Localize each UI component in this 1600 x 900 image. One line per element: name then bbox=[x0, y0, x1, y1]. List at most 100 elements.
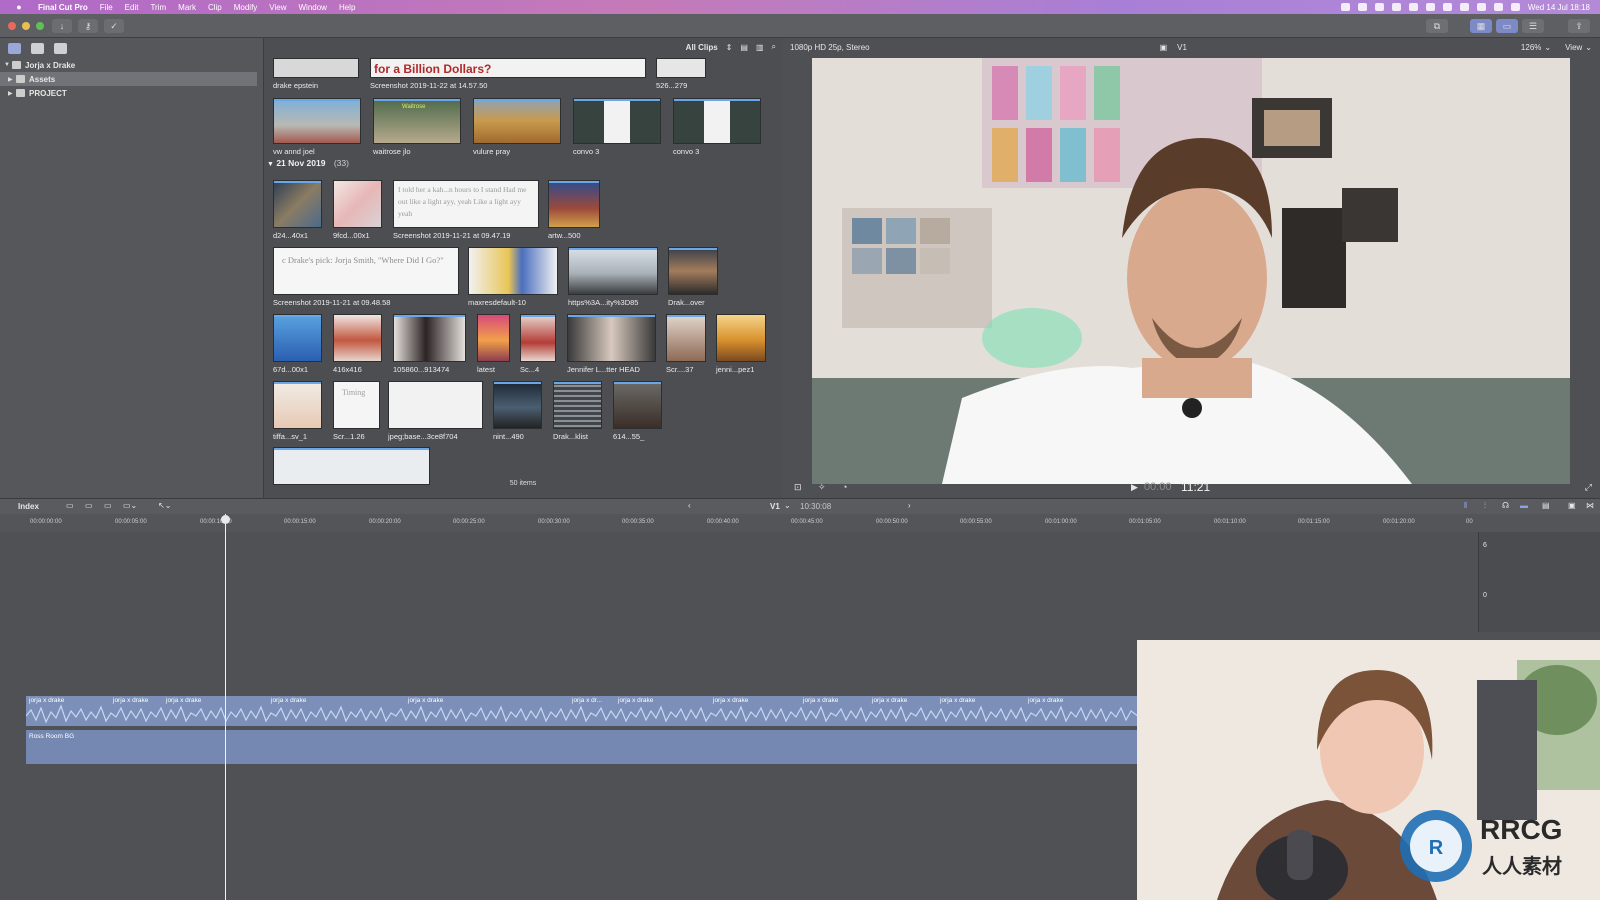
enhance-tool-icon[interactable]: ✧ bbox=[818, 482, 826, 493]
volume-icon[interactable] bbox=[1425, 3, 1435, 11]
skimming-icon[interactable]: ⫶ bbox=[1484, 501, 1486, 511]
playhead[interactable] bbox=[225, 514, 226, 900]
clip-thumbnail[interactable] bbox=[568, 247, 658, 295]
inspector-button[interactable]: ☰ bbox=[1522, 19, 1544, 33]
clip-thumbnail[interactable] bbox=[273, 314, 322, 362]
clip-item[interactable]: https%3A...ity%3D85 bbox=[568, 247, 658, 307]
record-icon[interactable] bbox=[1340, 3, 1350, 11]
timeline-ruler[interactable]: 00:00:00:00 00:00:05:00 00:00:10:00 00:0… bbox=[0, 514, 1600, 532]
photos-icon[interactable] bbox=[31, 42, 44, 54]
fullscreen-icon[interactable]: ⤢ bbox=[1585, 482, 1592, 493]
clip-item[interactable]: d24...40x1 bbox=[273, 180, 322, 240]
clip-thumbnail[interactable] bbox=[273, 58, 359, 78]
layout-timeline-button[interactable]: ▭ bbox=[1496, 19, 1518, 33]
menu-edit[interactable]: Edit bbox=[125, 3, 139, 12]
clip-item[interactable]: 416x416 bbox=[333, 314, 382, 374]
clip-item[interactable]: jenni...pez1 bbox=[716, 314, 766, 374]
menu-help[interactable]: Help bbox=[339, 3, 355, 12]
zoom-select[interactable]: 126% bbox=[1521, 43, 1541, 52]
bluetooth-icon[interactable] bbox=[1442, 3, 1452, 11]
clip-item[interactable]: for a Billion Dollars? Screenshot 2019-1… bbox=[370, 58, 646, 90]
clip-thumbnail[interactable]: for a Billion Dollars? bbox=[370, 58, 646, 78]
clip-item[interactable]: convo 3 bbox=[573, 98, 661, 156]
audio-clip-label[interactable]: jorja x drake bbox=[408, 697, 443, 704]
clip-thumbnail[interactable] bbox=[553, 381, 602, 429]
crop-tool-icon[interactable]: ⊡ bbox=[794, 482, 802, 493]
clip-thumbnail[interactable] bbox=[673, 98, 761, 144]
clip-item[interactable]: Sc...4 bbox=[520, 314, 556, 374]
disclosure-closed-icon[interactable]: ▶ bbox=[8, 76, 16, 83]
layout-browser-button[interactable]: ▦ bbox=[1470, 19, 1492, 33]
film-icon[interactable]: ▣ bbox=[1160, 43, 1168, 52]
clip-item[interactable]: Waitrose waitrose jlo bbox=[373, 98, 461, 156]
view-menu[interactable]: View bbox=[1565, 43, 1582, 52]
clip-item[interactable]: 67d...00x1 bbox=[273, 314, 322, 374]
titles-icon[interactable] bbox=[54, 42, 67, 54]
transitions-icon[interactable]: ⋈ bbox=[1586, 501, 1594, 510]
audio-clip-label[interactable]: jorja x drake bbox=[940, 697, 975, 704]
event-date-header[interactable]: ▼ 21 Nov 2019 (33) bbox=[267, 158, 349, 168]
library-item-assets[interactable]: ▶ Assets bbox=[0, 72, 257, 86]
search-icon[interactable]: ⌕ bbox=[772, 42, 776, 52]
menu-view[interactable]: View bbox=[269, 3, 286, 12]
clip-item[interactable]: Scr....37 bbox=[666, 314, 706, 374]
clip-item[interactable]: artw...500 bbox=[548, 180, 600, 240]
clip-thumbnail[interactable] bbox=[273, 381, 322, 429]
clip-thumbnail[interactable] bbox=[333, 314, 382, 362]
clip-item[interactable]: Timing Scr...1.26 bbox=[333, 381, 380, 441]
background-tasks-button[interactable]: ✓ bbox=[104, 19, 124, 33]
audio-clip-label[interactable]: jorja x drake bbox=[29, 697, 64, 704]
clip-thumbnail[interactable]: c Drake's pick: Jorja Smith, "Where Did … bbox=[273, 247, 459, 295]
playhead-handle[interactable] bbox=[221, 515, 230, 524]
library-item-root[interactable]: ▼ Jorja x Drake bbox=[0, 58, 263, 72]
clip-thumbnail[interactable] bbox=[668, 247, 718, 295]
chevron-updown-icon[interactable]: ⇕ bbox=[726, 43, 733, 52]
screen-icon[interactable] bbox=[1357, 3, 1367, 11]
library-item-project[interactable]: ▶ PROJECT bbox=[0, 86, 263, 100]
clock-icon[interactable] bbox=[1408, 3, 1418, 11]
close-button[interactable] bbox=[8, 22, 16, 30]
clip-thumbnail[interactable] bbox=[273, 98, 361, 144]
audio-clip-label[interactable]: jorja x drake bbox=[872, 697, 907, 704]
clip-item[interactable]: 105860...913474 bbox=[393, 314, 466, 374]
clip-thumbnail[interactable]: I told her a kah...n hours to I stand Ha… bbox=[393, 180, 539, 228]
chevron-down-icon[interactable]: ⌄ bbox=[1544, 43, 1551, 52]
audio-skimming-icon[interactable]: ⫴ bbox=[1464, 501, 1467, 511]
append-clip-icon[interactable]: ▭ bbox=[66, 501, 74, 510]
menu-clip[interactable]: Clip bbox=[208, 3, 222, 12]
timecode-display[interactable]: 11:21 bbox=[1181, 480, 1210, 494]
audio-clip-label[interactable]: jorja x drake bbox=[803, 697, 838, 704]
clip-item[interactable]: I told her a kah...n hours to I stand Ha… bbox=[393, 180, 539, 240]
clip-item[interactable]: 9fcd...00x1 bbox=[333, 180, 382, 240]
clip-item[interactable]: vw annd joel bbox=[273, 98, 361, 156]
speed-tool-icon[interactable]: ◔ bbox=[842, 482, 847, 492]
disclosure-closed-icon[interactable]: ▶ bbox=[8, 90, 16, 97]
select-tool-icon[interactable]: ↖⌄ bbox=[158, 501, 171, 510]
clip-appearance-icon[interactable]: ▤ bbox=[1542, 501, 1550, 510]
clip-thumbnail[interactable] bbox=[388, 381, 483, 429]
disclosure-open-icon[interactable]: ▼ bbox=[267, 161, 274, 168]
share-icon[interactable]: ⇪ bbox=[1568, 19, 1590, 33]
menu-modify[interactable]: Modify bbox=[234, 3, 258, 12]
snapping-icon[interactable]: ▬ bbox=[1520, 501, 1528, 510]
minimize-button[interactable] bbox=[22, 22, 30, 30]
display-icon[interactable] bbox=[1374, 3, 1384, 11]
share-arrange-button[interactable]: ⧉ bbox=[1426, 19, 1448, 33]
wifi-icon[interactable] bbox=[1459, 3, 1469, 11]
import-button[interactable]: ↓ bbox=[52, 19, 72, 33]
libraries-icon[interactable] bbox=[8, 42, 21, 54]
disclosure-open-icon[interactable]: ▼ bbox=[4, 62, 12, 68]
overwrite-clip-icon[interactable]: ▭ bbox=[104, 501, 112, 510]
menubar-clock[interactable]: Wed 14 Jul 18:18 bbox=[1528, 3, 1590, 12]
filmstrip-view-icon[interactable]: ▥ bbox=[756, 43, 764, 52]
clip-item[interactable]: convo 3 bbox=[673, 98, 761, 156]
clip-thumbnail[interactable] bbox=[548, 180, 600, 228]
clip-item[interactable]: Jennifer L...tter HEAD bbox=[567, 314, 656, 374]
headphones-icon[interactable]: ☊ bbox=[1502, 501, 1509, 510]
clip-item[interactable]: Drak...over bbox=[668, 247, 718, 307]
clip-thumbnail[interactable]: Timing bbox=[333, 381, 380, 429]
clip-thumbnail[interactable] bbox=[573, 98, 661, 144]
zoom-button[interactable] bbox=[36, 22, 44, 30]
audio-track[interactable]: jorja x drake jorja x drake jorja x drak… bbox=[26, 696, 1138, 726]
effects-browser-icon[interactable]: ▣ bbox=[1568, 501, 1576, 510]
